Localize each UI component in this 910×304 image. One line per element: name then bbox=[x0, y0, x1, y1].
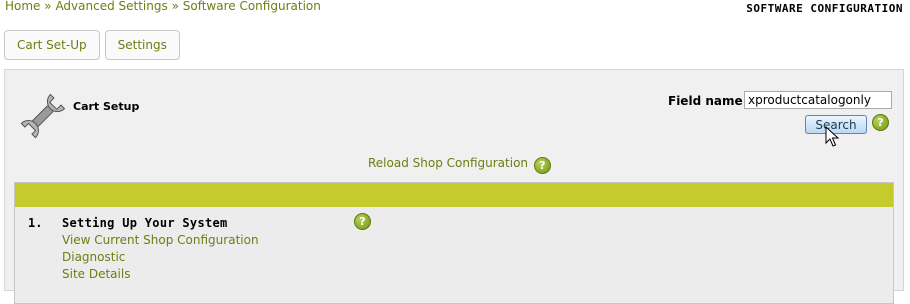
view-current-shop-configuration-link[interactable]: View Current Shop Configuration bbox=[62, 233, 259, 247]
reload-shop-configuration-link[interactable]: Reload Shop Configuration bbox=[368, 156, 528, 170]
help-icon[interactable]: ? bbox=[354, 213, 371, 230]
site-details-link[interactable]: Site Details bbox=[62, 267, 130, 281]
cart-setup-panel: Cart Setup Field name Search ? Reload Sh… bbox=[4, 69, 904, 304]
help-icon[interactable]: ? bbox=[533, 157, 551, 174]
reload-row: Reload Shop Configuration ? bbox=[368, 156, 551, 174]
breadcrumb-software-configuration[interactable]: Software Configuration bbox=[183, 0, 321, 13]
tab-settings[interactable]: Settings bbox=[104, 30, 180, 60]
breadcrumb: Home » Advanced Settings » Software Conf… bbox=[5, 0, 321, 13]
section-box: 1. Setting Up Your System ? View Current… bbox=[14, 182, 894, 304]
breadcrumb-advanced-settings[interactable]: Advanced Settings bbox=[55, 0, 167, 13]
section-header-bar bbox=[15, 183, 893, 207]
section-title: Setting Up Your System bbox=[62, 216, 228, 230]
breadcrumb-separator: » bbox=[44, 0, 52, 13]
mouse-pointer-icon bbox=[825, 126, 840, 147]
breadcrumb-home[interactable]: Home bbox=[5, 0, 40, 13]
wrench-icon bbox=[20, 93, 66, 139]
tab-cart-set-up[interactable]: Cart Set-Up bbox=[4, 30, 100, 60]
field-name-input[interactable] bbox=[744, 91, 892, 109]
page-title: SOFTWARE CONFIGURATION bbox=[746, 2, 903, 15]
tab-bar: Cart Set-Up Settings bbox=[4, 30, 180, 60]
diagnostic-link[interactable]: Diagnostic bbox=[62, 250, 125, 264]
help-icon[interactable]: ? bbox=[872, 114, 889, 131]
panel-title: Cart Setup bbox=[73, 100, 140, 113]
field-name-label: Field name bbox=[668, 94, 743, 108]
section-number: 1. bbox=[28, 216, 43, 230]
breadcrumb-separator: » bbox=[171, 0, 179, 13]
